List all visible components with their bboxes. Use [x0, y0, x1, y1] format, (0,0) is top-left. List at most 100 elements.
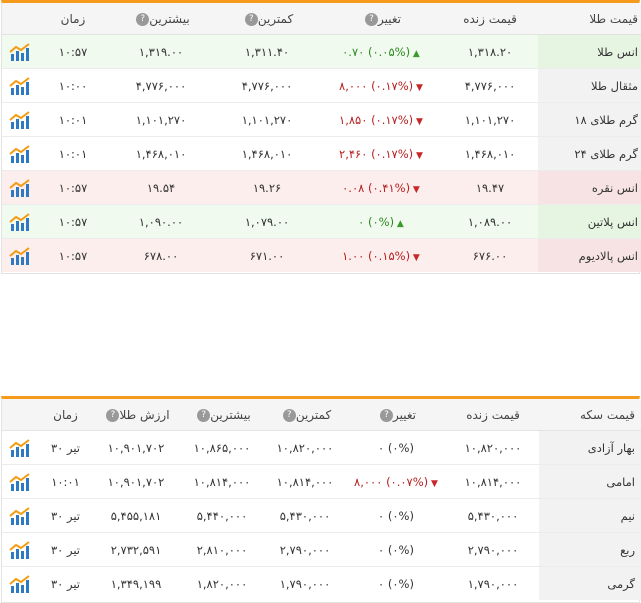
cell-high: ۱۹.۵۴	[108, 170, 214, 205]
chart-link[interactable]	[2, 34, 38, 69]
cell-change: ۸,۰۰۰ (۰.۱۷%) ▼	[320, 68, 442, 103]
cell-live: ۱۰,۸۱۴,۰۰۰	[447, 464, 539, 499]
table-row[interactable]: انس طلا ۱,۳۱۸.۲۰ ۰.۷۰ (۰.۰۵%) ▲ ۱,۳۱۱.۴۰ ۱,۳…	[2, 34, 641, 69]
cell-change: ۲,۴۶۰ (۰.۱۷%) ▼	[320, 136, 442, 171]
header-low-label: کمترین	[295, 407, 332, 422]
chart-link[interactable]	[2, 532, 38, 567]
triangle-up-icon: ▲	[394, 218, 404, 229]
cell-high: ۵,۴۴۰,۰۰۰	[179, 498, 265, 533]
header-high: بیشترین?	[179, 399, 265, 431]
table-row[interactable]: بهار آزادی ۱۰,۸۲۰,۰۰۰ ۰ (۰%) ۱۰,۸۲۰,۰۰۰ ۱۰,۸…	[2, 430, 641, 465]
header-high-label: بیشترین	[149, 11, 190, 26]
chart-icon[interactable]	[9, 246, 31, 266]
table-row[interactable]: ربع ۲,۷۹۰,۰۰۰ ۰ (۰%) ۲,۷۹۰,۰۰۰ ۲,۸۱۰,۰۰۰ ۲,۷۳…	[2, 532, 641, 567]
change-value: ۰ (۰%)	[378, 576, 414, 591]
cell-change: ۰ (۰%)	[345, 430, 447, 465]
chart-link[interactable]	[2, 170, 38, 205]
help-icon[interactable]: ?	[365, 12, 378, 26]
table-row[interactable]: انس پالادیوم ۶۷۶.۰۰ ۱.۰۰ (۰.۱۵%) ▼ ۶۷۱.۰۰ ۶۷…	[2, 238, 641, 273]
header-chart	[2, 399, 38, 431]
change-value: ۰.۷۰ (۰.۰۵%)	[342, 44, 411, 59]
triangle-down-icon: ▼	[413, 150, 423, 161]
cell-high: ۲,۸۱۰,۰۰۰	[179, 532, 265, 567]
cell-change: ۸,۰۰۰ (۰.۰۷%) ▼	[345, 464, 447, 499]
table-row[interactable]: انس پلاتین ۱,۰۸۹.۰۰ ۰ (۰%) ▲ ۱,۰۷۹.۰۰ ۱,۰۹۰.…	[2, 204, 641, 239]
cell-name: انس پلاتین	[538, 204, 641, 239]
chart-icon[interactable]	[9, 144, 31, 164]
help-icon[interactable]: ?	[380, 408, 393, 422]
chart-icon[interactable]	[9, 540, 31, 560]
chart-link[interactable]	[2, 498, 38, 533]
chart-link[interactable]	[2, 68, 38, 103]
cell-high: ۱۰,۸۶۵,۰۰۰	[179, 430, 265, 465]
chart-link[interactable]	[2, 136, 38, 171]
header-low-label: کمترین	[257, 11, 294, 26]
help-icon[interactable]: ?	[106, 408, 120, 422]
chart-icon[interactable]	[9, 110, 31, 130]
header-low: کمترین?	[265, 399, 345, 431]
change-value: ۱,۸۵۰ (۰.۱۷%)	[339, 112, 414, 127]
triangle-up-icon: ▲	[410, 48, 420, 59]
help-icon[interactable]: ?	[136, 12, 150, 26]
table-row[interactable]: گرم طلای ۲۴ ۱,۴۶۸,۰۱۰ ۲,۴۶۰ (۰.۱۷%) ▼ ۱,۴۶۸…	[2, 136, 641, 171]
chart-icon[interactable]	[9, 42, 31, 62]
cell-value: ۲,۷۳۲,۵۹۱	[93, 532, 179, 567]
table-row[interactable]: انس نقره ۱۹.۴۷ ۰.۰۸ (۰.۴۱%) ▼ ۱۹.۲۶ ۱۹.۵۴ ۱۰:…	[2, 170, 641, 205]
cell-time: ۱۰:۵۷	[38, 34, 108, 69]
cell-name: انس نقره	[538, 170, 641, 205]
cell-value: ۱۰,۹۰۱,۷۰۲	[93, 464, 179, 499]
cell-low: ۵,۴۳۰,۰۰۰	[265, 498, 345, 533]
chart-icon[interactable]	[9, 472, 31, 492]
cell-high: ۱,۸۲۰,۰۰۰	[196, 576, 248, 591]
header-value-label: ارزش طلا	[119, 407, 170, 422]
cell-change: ۰.۷۰ (۰.۰۵%) ▲	[320, 34, 442, 69]
cell-live: ۱,۰۸۹.۰۰	[442, 204, 538, 239]
chart-icon[interactable]	[9, 212, 31, 232]
triangle-down-icon: ▼	[410, 184, 420, 195]
cell-low: ۱,۰۷۹.۰۰	[214, 204, 320, 239]
table-row[interactable]: گرم طلای ۱۸ ۱,۱۰۱,۲۷۰ ۱,۸۵۰ (۰.۱۷%) ▼ ۱,۱۰۱…	[2, 102, 641, 137]
table-row[interactable]: نیم ۵,۴۳۰,۰۰۰ ۰ (۰%) ۵,۴۳۰,۰۰۰ ۵,۴۴۰,۰۰۰ ۵,۴۵…	[2, 498, 641, 533]
chart-link[interactable]	[2, 204, 38, 239]
table-row[interactable]: مثقال طلا ۴,۷۷۶,۰۰۰ ۸,۰۰۰ (۰.۱۷%) ▼ ۴,۷۷۶,۰…	[2, 68, 641, 103]
change-value: ۰ (۰%)	[378, 542, 414, 557]
cell-low: ۱۹.۲۶	[214, 170, 320, 205]
change-value: ۰.۰۸ (۰.۴۱%)	[342, 180, 411, 195]
chart-icon[interactable]	[9, 506, 31, 526]
chart-link[interactable]	[2, 430, 38, 465]
change-value: ۰ (۰%)	[378, 440, 414, 455]
cell-low: ۱,۳۱۱.۴۰	[214, 34, 320, 69]
chart-link[interactable]	[2, 567, 38, 601]
help-icon[interactable]: ?	[197, 408, 211, 422]
header-change-label: تغییر	[393, 407, 416, 422]
table-row[interactable]: امامی ۱۰,۸۱۴,۰۰۰ ۸,۰۰۰ (۰.۰۷%) ▼ ۱۰,۸۱۴,۰۰۰…	[2, 464, 641, 499]
chart-icon[interactable]	[9, 76, 31, 96]
cell-low: ۱,۴۶۸,۰۱۰	[214, 136, 320, 171]
chart-icon[interactable]	[9, 438, 31, 458]
cell-live: ۱۰,۸۲۰,۰۰۰	[447, 430, 539, 465]
header-time: زمان	[38, 3, 108, 35]
header-change-label: تغییر	[378, 11, 401, 26]
chart-icon[interactable]	[9, 574, 31, 594]
chart-link[interactable]	[2, 102, 38, 137]
chart-icon[interactable]	[9, 178, 31, 198]
cell-high: ۱,۳۱۹.۰۰	[108, 34, 214, 69]
help-icon[interactable]: ?	[282, 408, 296, 422]
cell-change: ۰ (۰%)	[345, 532, 447, 567]
coin-table-header: قیمت سکه قیمت زنده تغییر? کمترین? بیشتری…	[2, 399, 641, 431]
triangle-down-icon: ▼	[410, 252, 420, 263]
table-row[interactable]: گرمی ۱,۷۹۰,۰۰۰ ۰ (۰%) ۱,۷۹۰,۰۰۰ ۱,۸۲۰,۰۰۰ ۱,۳…	[2, 566, 641, 601]
cell-live: ۱,۱۰۱,۲۷۰	[442, 102, 538, 137]
header-high: بیشترین?	[108, 3, 214, 35]
header-gold-name: قیمت طلا	[538, 3, 641, 35]
chart-link[interactable]	[2, 239, 38, 273]
cell-time: ۳۰ تیر	[38, 532, 93, 567]
header-change: تغییر?	[345, 399, 447, 431]
cell-time: ۱۰:۰۱	[38, 136, 108, 171]
help-icon[interactable]: ?	[244, 12, 258, 26]
cell-live: ۱,۴۶۸,۰۱۰	[442, 136, 538, 171]
cell-name: گرم طلای ۲۴	[538, 136, 641, 171]
header-high-label: بیشترین	[210, 407, 251, 422]
chart-link[interactable]	[2, 464, 38, 499]
cell-time: ۳۰ تیر	[50, 576, 81, 591]
